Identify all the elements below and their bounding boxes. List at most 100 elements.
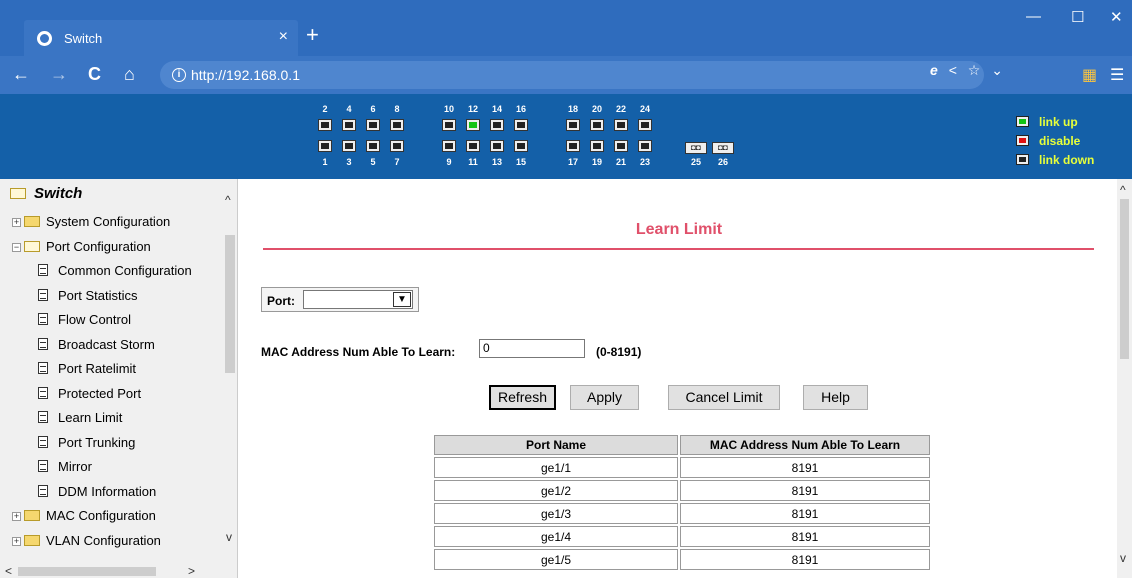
document-icon [38,411,48,423]
back-button[interactable]: ← [12,64,30,84]
new-tab-button[interactable]: + [306,24,319,46]
scroll-up-icon[interactable]: ^ [1120,183,1126,197]
sidebar-item-protected-port[interactable]: Protected Port [38,386,141,401]
port-9[interactable] [442,140,456,152]
collapse-icon[interactable]: − [12,242,21,252]
legend-disable: disable [1016,134,1080,148]
chevron-down-icon[interactable]: ⌄ [991,62,1003,78]
sidebar-item-label: Port Configuration [46,238,151,254]
sfp-port-25[interactable]: ◘◘ [685,142,707,154]
port-24[interactable] [638,119,652,131]
scroll-left-icon[interactable]: < [5,564,12,578]
scroll-thumb[interactable] [1120,199,1129,359]
forward-button[interactable]: → [50,64,68,84]
legend-link-down: link down [1016,153,1094,167]
sidebar-item-vlan-configuration[interactable]: + VLAN Configuration [12,533,161,548]
sidebar-item-common-configuration[interactable]: Common Configuration [38,263,192,278]
ie-mode-icon[interactable]: e [930,62,938,78]
minimize-button[interactable]: — [1026,8,1041,25]
sidebar-item-port-configuration[interactable]: − Port Configuration [12,239,151,254]
port-4[interactable] [342,119,356,131]
sidebar-vertical-scrollbar[interactable]: ^ v [222,179,237,578]
chevron-down-icon[interactable]: ▼ [393,292,411,307]
sidebar-item-system-configuration[interactable]: + System Configuration [12,214,170,229]
info-icon[interactable]: i [172,68,186,82]
sidebar-horizontal-scrollbar[interactable]: < > [0,564,222,578]
port-name-cell: ge1/2 [434,480,678,501]
port-21[interactable] [614,140,628,152]
url-field[interactable]: i http://192.168.0.1 [160,61,984,89]
port-22[interactable] [614,119,628,131]
scroll-down-icon[interactable]: v [1120,551,1126,565]
sidebar-item-port-statistics[interactable]: Port Statistics [38,288,137,303]
help-button[interactable]: Help [803,385,868,410]
maximize-button[interactable]: ☐ [1071,8,1084,26]
expand-icon[interactable]: + [12,218,21,227]
mac-limit-input[interactable]: 0 [479,339,585,358]
folder-open-icon [24,240,40,252]
port-15[interactable] [514,140,528,152]
refresh-button[interactable]: Refresh [489,385,556,410]
port-16[interactable] [514,119,528,131]
browser-tab[interactable]: Switch × [24,20,298,56]
port-label: 4 [346,104,352,114]
sidebar-tree: Switch + System Configuration − Port Config… [0,179,238,578]
port-17[interactable] [566,140,580,152]
menu-icon[interactable]: ☰ [1110,65,1124,85]
port-10[interactable] [442,119,456,131]
port-20[interactable] [590,119,604,131]
port-5[interactable] [366,140,380,152]
port-select[interactable]: ▼ [303,290,413,309]
cancel-limit-button[interactable]: Cancel Limit [668,385,780,410]
share-icon[interactable]: < [949,62,957,78]
tree-root[interactable]: Switch [10,185,82,202]
sidebar-item-broadcast-storm[interactable]: Broadcast Storm [38,337,155,352]
expand-icon[interactable]: + [12,512,21,521]
apply-button[interactable]: Apply [570,385,639,410]
sidebar-item-mac-configuration[interactable]: + MAC Configuration [12,508,156,523]
sidebar-item-label: Flow Control [58,312,131,327]
port-label: 19 [591,157,602,167]
port-6[interactable] [366,119,380,131]
port-label: 10 [443,104,454,114]
port-7[interactable] [390,140,404,152]
sidebar-item-ddm-information[interactable]: DDM Information [38,484,156,499]
expand-icon[interactable]: + [12,536,21,546]
scroll-up-icon[interactable]: ^ [225,193,231,207]
port-19[interactable] [590,140,604,152]
port-2[interactable] [318,119,332,131]
favorite-star-icon[interactable]: ☆ [968,62,981,78]
mac-limit-cell: 8191 [680,549,930,570]
sidebar-item-flow-control[interactable]: Flow Control [38,312,131,327]
main-vertical-scrollbar[interactable]: ^ v [1117,179,1132,578]
sidebar-item-port-trunking[interactable]: Port Trunking [38,435,135,450]
document-icon [38,386,48,399]
port-label: 7 [394,157,400,167]
sidebar-item-port-ratelimit[interactable]: Port Ratelimit [38,361,136,376]
scroll-right-icon[interactable]: > [188,564,195,578]
tab-close-icon[interactable]: × [279,28,288,46]
extensions-icon[interactable]: ▦ [1082,65,1097,85]
port-14[interactable] [490,119,504,131]
scroll-thumb[interactable] [225,235,235,373]
port-1[interactable] [318,140,332,152]
port-11[interactable] [466,140,480,152]
reload-button[interactable]: C [88,64,101,84]
port-8[interactable] [390,119,404,131]
port-23[interactable] [638,140,652,152]
sidebar-item-label: System Configuration [46,214,171,229]
port-disabled-icon [1016,135,1029,146]
scroll-thumb[interactable] [18,567,156,576]
scroll-down-icon[interactable]: v [226,530,232,544]
port-18[interactable] [566,119,580,131]
sidebar-item-learn-limit[interactable]: Learn Limit [38,410,122,425]
port-3[interactable] [342,140,356,152]
port-12[interactable] [466,119,480,131]
home-button[interactable]: ⌂ [124,64,135,84]
tab-title: Switch [64,31,103,46]
sidebar-item-label: DDM Information [58,483,157,499]
sidebar-item-mirror[interactable]: Mirror [38,459,92,474]
close-window-button[interactable]: ✕ [1110,8,1123,26]
port-13[interactable] [490,140,504,152]
sfp-port-26[interactable]: ◘◘ [712,142,734,154]
